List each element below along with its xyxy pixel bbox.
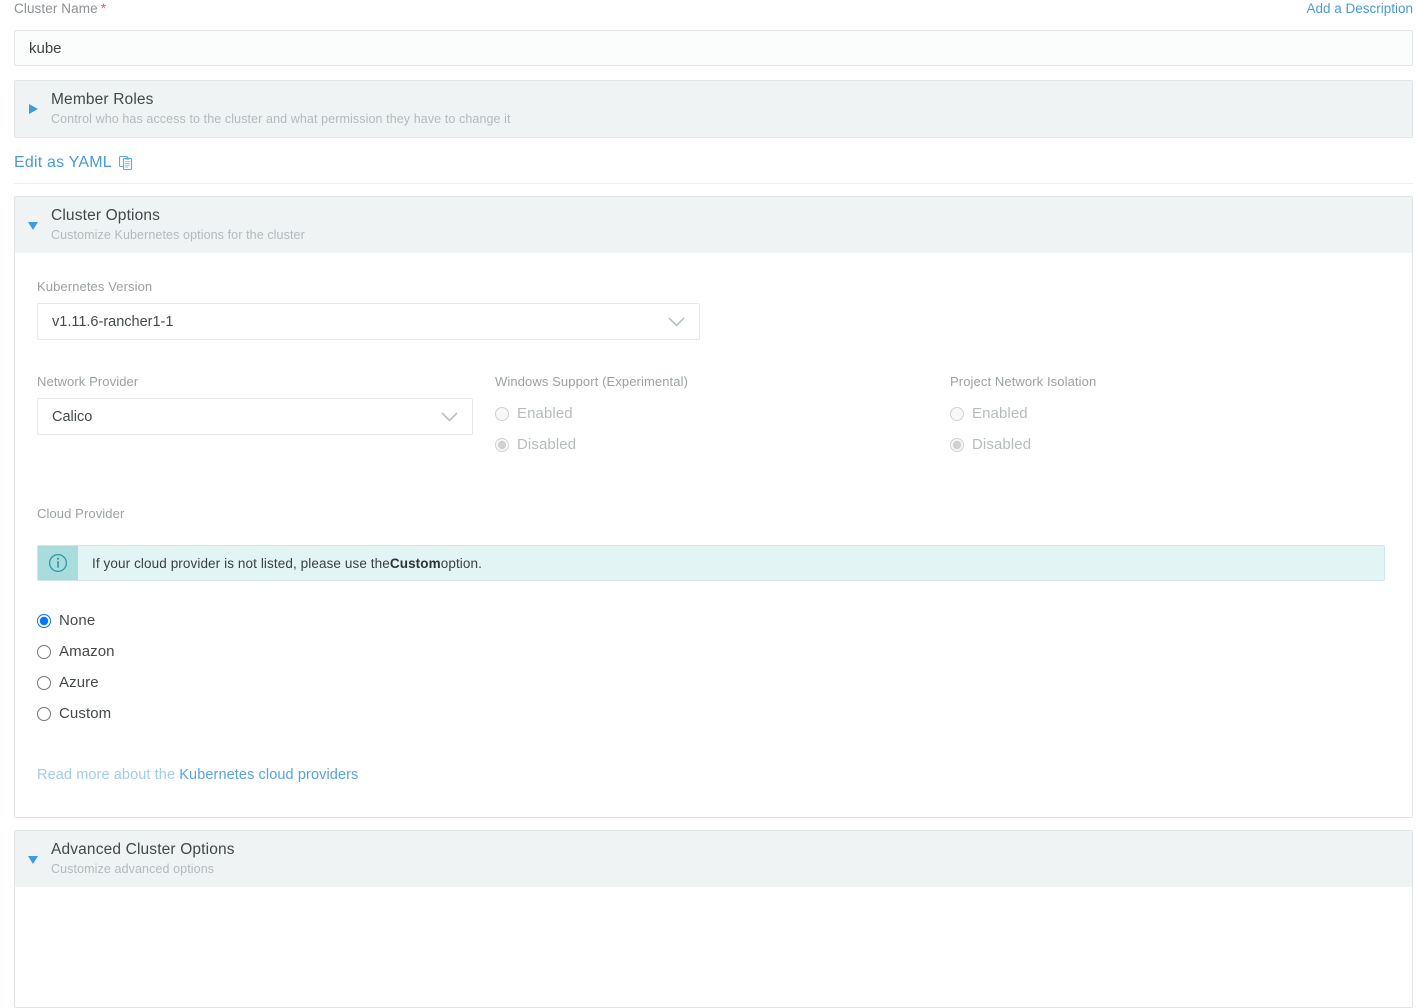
project-network-isolation-option-enabled: Enabled bbox=[950, 398, 1370, 429]
cluster-name-label-group: Cluster Name * bbox=[14, 0, 106, 18]
project-network-isolation-enabled-radio bbox=[950, 406, 964, 421]
advanced-cluster-options-body bbox=[15, 887, 1412, 1007]
member-roles-subtitle: Control who has access to the cluster an… bbox=[51, 112, 511, 127]
cloud-provider-option-custom[interactable]: Custom bbox=[37, 698, 1390, 729]
member-roles-section: Member Roles Control who has access to t… bbox=[14, 80, 1413, 138]
project-network-isolation-enabled-label: Enabled bbox=[972, 405, 1028, 422]
edit-as-yaml-row[interactable]: Edit as YAML bbox=[14, 154, 1413, 184]
cluster-name-label: Cluster Name bbox=[14, 1, 98, 16]
cloud-provider-custom-radio[interactable] bbox=[37, 706, 51, 721]
member-roles-texts: Member Roles Control who has access to t… bbox=[51, 90, 511, 128]
cloud-provider-option-amazon[interactable]: Amazon bbox=[37, 636, 1390, 667]
cloud-provider-amazon-label: Amazon bbox=[59, 643, 115, 660]
cluster-options-texts: Cluster Options Customize Kubernetes opt… bbox=[51, 206, 305, 244]
project-network-isolation-radio-group: Enabled Disabled bbox=[950, 398, 1370, 460]
network-provider-field: Network Provider Calico bbox=[37, 374, 495, 460]
cluster-name-input-wrap bbox=[0, 30, 1427, 66]
windows-support-disabled-label: Disabled bbox=[517, 436, 577, 453]
cluster-options-header[interactable]: Cluster Options Customize Kubernetes opt… bbox=[15, 197, 1412, 253]
member-roles-title: Member Roles bbox=[51, 91, 154, 108]
cloud-provider-amazon-radio[interactable] bbox=[37, 644, 51, 659]
cluster-options-body: Kubernetes Version v1.11.6-rancher1-1 Ne… bbox=[15, 253, 1412, 817]
cluster-name-input[interactable] bbox=[14, 30, 1413, 66]
member-roles-header[interactable]: Member Roles Control who has access to t… bbox=[15, 81, 1412, 137]
network-provider-select[interactable]: Calico bbox=[37, 398, 473, 435]
project-network-isolation-option-disabled: Disabled bbox=[950, 429, 1370, 460]
cloud-provider-option-azure[interactable]: Azure bbox=[37, 667, 1390, 698]
banner-text-before: If your cloud provider is not listed, pl… bbox=[92, 555, 390, 571]
project-network-isolation-disabled-radio bbox=[950, 437, 964, 452]
caret-right-icon[interactable] bbox=[15, 103, 51, 115]
network-provider-value: Calico bbox=[52, 408, 93, 425]
required-asterisk: * bbox=[100, 0, 107, 16]
caret-down-icon[interactable] bbox=[15, 854, 51, 865]
windows-support-radio-group: Enabled Disabled bbox=[495, 398, 930, 460]
edit-as-yaml-label[interactable]: Edit as YAML bbox=[14, 154, 112, 172]
banner-text-emphasis: Custom bbox=[389, 555, 441, 571]
cluster-name-header: Cluster Name * Add a Description bbox=[0, 0, 1427, 28]
cloud-provider-radio-group: None Amazon Azure Custom bbox=[37, 605, 1390, 729]
cloud-provider-option-none[interactable]: None bbox=[37, 605, 1390, 636]
advanced-cluster-options-section: Advanced Cluster Options Customize advan… bbox=[14, 830, 1413, 1008]
create-cluster-form: Cluster Name* Add a Description Member R… bbox=[0, 0, 1427, 1008]
cloud-provider-readmore: Read more about the Kubernetes cloud pro… bbox=[37, 767, 1390, 783]
chevron-down-icon[interactable] bbox=[668, 316, 685, 327]
kubernetes-version-field: Kubernetes Version v1.11.6-rancher1-1 bbox=[37, 279, 1390, 340]
network-row: Network Provider Calico Windows Support … bbox=[37, 374, 1390, 460]
advanced-cluster-options-header[interactable]: Advanced Cluster Options Customize advan… bbox=[15, 831, 1412, 887]
cloud-provider-label: Cloud Provider bbox=[37, 506, 125, 521]
cloud-provider-custom-label: Custom bbox=[59, 705, 112, 722]
add-a-description-link[interactable]: Add a Description bbox=[1306, 1, 1413, 16]
cluster-options-title: Cluster Options bbox=[51, 207, 161, 224]
windows-support-label: Windows Support (Experimental) bbox=[495, 374, 689, 389]
kubernetes-version-label: Kubernetes Version bbox=[37, 279, 153, 294]
advanced-cluster-options-title: Advanced Cluster Options bbox=[51, 841, 235, 858]
cluster-options-section: Cluster Options Customize Kubernetes opt… bbox=[14, 196, 1413, 818]
project-network-isolation-label: Project Network Isolation bbox=[950, 374, 1097, 389]
readmore-prefix: Read more about the bbox=[37, 767, 180, 783]
cloud-provider-info-banner: If your cloud provider is not listed, pl… bbox=[37, 545, 1385, 581]
info-circle-icon bbox=[38, 546, 78, 580]
advanced-cluster-options-texts: Advanced Cluster Options Customize advan… bbox=[51, 840, 235, 878]
cluster-options-subtitle: Customize Kubernetes options for the clu… bbox=[51, 228, 305, 243]
windows-support-enabled-label: Enabled bbox=[517, 405, 573, 422]
cloud-provider-azure-radio[interactable] bbox=[37, 675, 51, 690]
windows-support-field: Windows Support (Experimental) Enabled D… bbox=[495, 374, 950, 460]
cloud-provider-info-banner-text: If your cloud provider is not listed, pl… bbox=[78, 546, 496, 580]
cloud-provider-field: Cloud Provider If your cloud provider is… bbox=[37, 506, 1390, 783]
chevron-down-icon[interactable] bbox=[441, 411, 458, 422]
kubernetes-cloud-providers-link[interactable]: Kubernetes cloud providers bbox=[179, 767, 358, 783]
cloud-provider-none-label: None bbox=[59, 612, 96, 629]
windows-support-option-enabled: Enabled bbox=[495, 398, 930, 429]
advanced-cluster-options-subtitle: Customize advanced options bbox=[51, 862, 215, 877]
clipboard-copy-icon[interactable] bbox=[118, 155, 135, 171]
kubernetes-version-select[interactable]: v1.11.6-rancher1-1 bbox=[37, 303, 700, 340]
cloud-provider-none-radio[interactable] bbox=[37, 613, 51, 628]
caret-down-icon[interactable] bbox=[15, 220, 51, 231]
windows-support-enabled-radio bbox=[495, 406, 509, 421]
network-provider-label: Network Provider bbox=[37, 374, 139, 389]
windows-support-disabled-radio bbox=[495, 437, 509, 452]
cloud-provider-azure-label: Azure bbox=[59, 674, 99, 691]
banner-text-after: option. bbox=[440, 555, 482, 571]
project-network-isolation-field: Project Network Isolation Enabled Disabl… bbox=[950, 374, 1390, 460]
windows-support-option-disabled: Disabled bbox=[495, 429, 930, 460]
project-network-isolation-disabled-label: Disabled bbox=[972, 436, 1032, 453]
kubernetes-version-value: v1.11.6-rancher1-1 bbox=[52, 313, 174, 330]
